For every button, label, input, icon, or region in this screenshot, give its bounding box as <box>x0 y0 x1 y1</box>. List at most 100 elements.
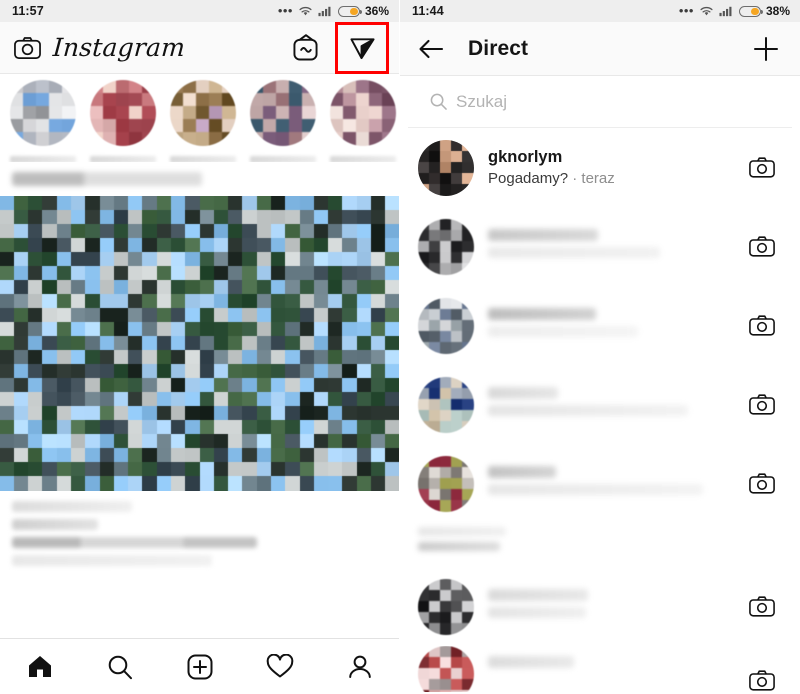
wifi-icon <box>700 6 713 16</box>
camera-icon <box>749 315 775 336</box>
igtv-button[interactable] <box>283 26 327 70</box>
conversation-preview-blurred <box>488 607 586 618</box>
tab-activity[interactable] <box>253 640 307 694</box>
heart-icon <box>266 654 294 678</box>
post-author-blurred <box>12 172 202 186</box>
preview-time: teraz <box>581 170 615 187</box>
section-label-blurred <box>400 523 800 567</box>
list-item[interactable] <box>400 365 800 444</box>
avatar[interactable] <box>418 139 474 196</box>
avatar[interactable] <box>418 297 474 354</box>
tab-search[interactable] <box>93 640 147 694</box>
plus-square-icon <box>187 654 213 679</box>
header-actions <box>283 21 389 74</box>
conversation-text <box>488 229 742 264</box>
battery-percent: 36% <box>364 4 389 18</box>
avatar[interactable] <box>418 646 474 692</box>
conversation-text <box>488 466 742 501</box>
direct-highlight-box <box>335 21 389 74</box>
list-item[interactable] <box>400 207 800 286</box>
story-username-blurred <box>170 155 236 162</box>
camera-button[interactable] <box>742 464 782 504</box>
label-line <box>418 542 500 551</box>
battery-icon <box>337 5 362 17</box>
camera-icon <box>749 473 775 494</box>
post-photo-pixelated <box>0 196 399 491</box>
story-username-blurred <box>330 155 396 162</box>
right-status-bar: 11:44 ••• 38% <box>400 0 800 22</box>
list-item[interactable] <box>400 567 800 646</box>
direct-header: Direct <box>400 22 800 76</box>
conversation-preview: Pogadamy? · teraz <box>488 170 742 187</box>
conversation-preview-blurred <box>488 484 703 495</box>
story-avatar[interactable] <box>10 79 76 146</box>
status-indicators: ••• 36% <box>278 4 389 18</box>
camera-button[interactable] <box>742 227 782 267</box>
battery-percent: 38% <box>765 4 790 18</box>
tab-home[interactable] <box>13 640 67 694</box>
list-item[interactable] <box>400 444 800 523</box>
stories-strip[interactable] <box>0 74 399 162</box>
conversation-username-blurred <box>488 589 588 601</box>
story-avatar[interactable] <box>170 79 236 146</box>
list-item[interactable] <box>400 286 800 365</box>
page-title: Direct <box>468 36 529 60</box>
story-item[interactable] <box>330 79 396 162</box>
camera-button[interactable] <box>742 306 782 346</box>
avatar[interactable] <box>418 218 474 275</box>
search-input-placeholder[interactable]: Szukaj <box>456 92 507 112</box>
post-caption <box>0 491 399 566</box>
list-item[interactable]: gknorlym Pogadamy? · teraz <box>400 128 800 207</box>
back-button[interactable] <box>414 32 448 66</box>
camera-button[interactable] <box>742 385 782 425</box>
story-item[interactable] <box>90 79 156 162</box>
story-item[interactable] <box>170 79 236 162</box>
list-item[interactable] <box>400 646 800 692</box>
battery-icon <box>738 5 763 17</box>
signal-icon <box>719 6 732 17</box>
new-message-button[interactable] <box>746 29 786 69</box>
status-time: 11:44 <box>412 4 444 18</box>
conversation-preview-blurred <box>488 326 638 337</box>
caption-line <box>12 519 98 530</box>
caption-line <box>12 501 132 512</box>
story-avatar[interactable] <box>330 79 396 146</box>
story-item[interactable] <box>10 79 76 162</box>
conversation-text <box>488 387 742 422</box>
instagram-wordmark: Instagram <box>51 33 187 62</box>
tab-add[interactable] <box>173 640 227 694</box>
camera-icon[interactable] <box>14 36 41 60</box>
signal-icon <box>318 6 331 17</box>
camera-button[interactable] <box>742 148 782 188</box>
camera-icon <box>749 596 775 617</box>
caption-line <box>12 555 212 566</box>
direct-button[interactable] <box>340 26 384 70</box>
story-username-blurred <box>90 155 156 162</box>
camera-button[interactable] <box>742 587 782 627</box>
conversation-preview-blurred <box>488 247 660 258</box>
search-field[interactable]: Szukaj <box>408 76 792 128</box>
story-item[interactable] <box>250 79 316 162</box>
home-icon <box>29 656 51 677</box>
story-username-blurred <box>250 155 316 162</box>
tab-profile[interactable] <box>333 640 387 694</box>
caption-line <box>12 537 257 548</box>
avatar[interactable] <box>418 578 474 635</box>
camera-icon <box>749 669 775 691</box>
post-header[interactable] <box>0 162 399 196</box>
camera-icon <box>749 236 775 257</box>
camera-button[interactable] <box>742 660 782 692</box>
avatar[interactable] <box>418 455 474 512</box>
instagram-logo-group: Instagram <box>14 33 187 62</box>
conversation-username: gknorlym <box>488 148 563 166</box>
story-avatar[interactable] <box>90 79 156 146</box>
conversation-username-blurred <box>488 466 556 478</box>
bottom-tab-bar <box>0 638 399 694</box>
avatar[interactable] <box>418 376 474 433</box>
left-phone-panel: 11:57 ••• 36% Instagram <box>0 0 400 694</box>
conversation-username-blurred <box>488 229 598 241</box>
post-photo[interactable] <box>0 196 399 491</box>
arrow-left-icon <box>419 39 444 58</box>
battery-fill <box>350 7 358 15</box>
story-avatar[interactable] <box>250 79 316 146</box>
